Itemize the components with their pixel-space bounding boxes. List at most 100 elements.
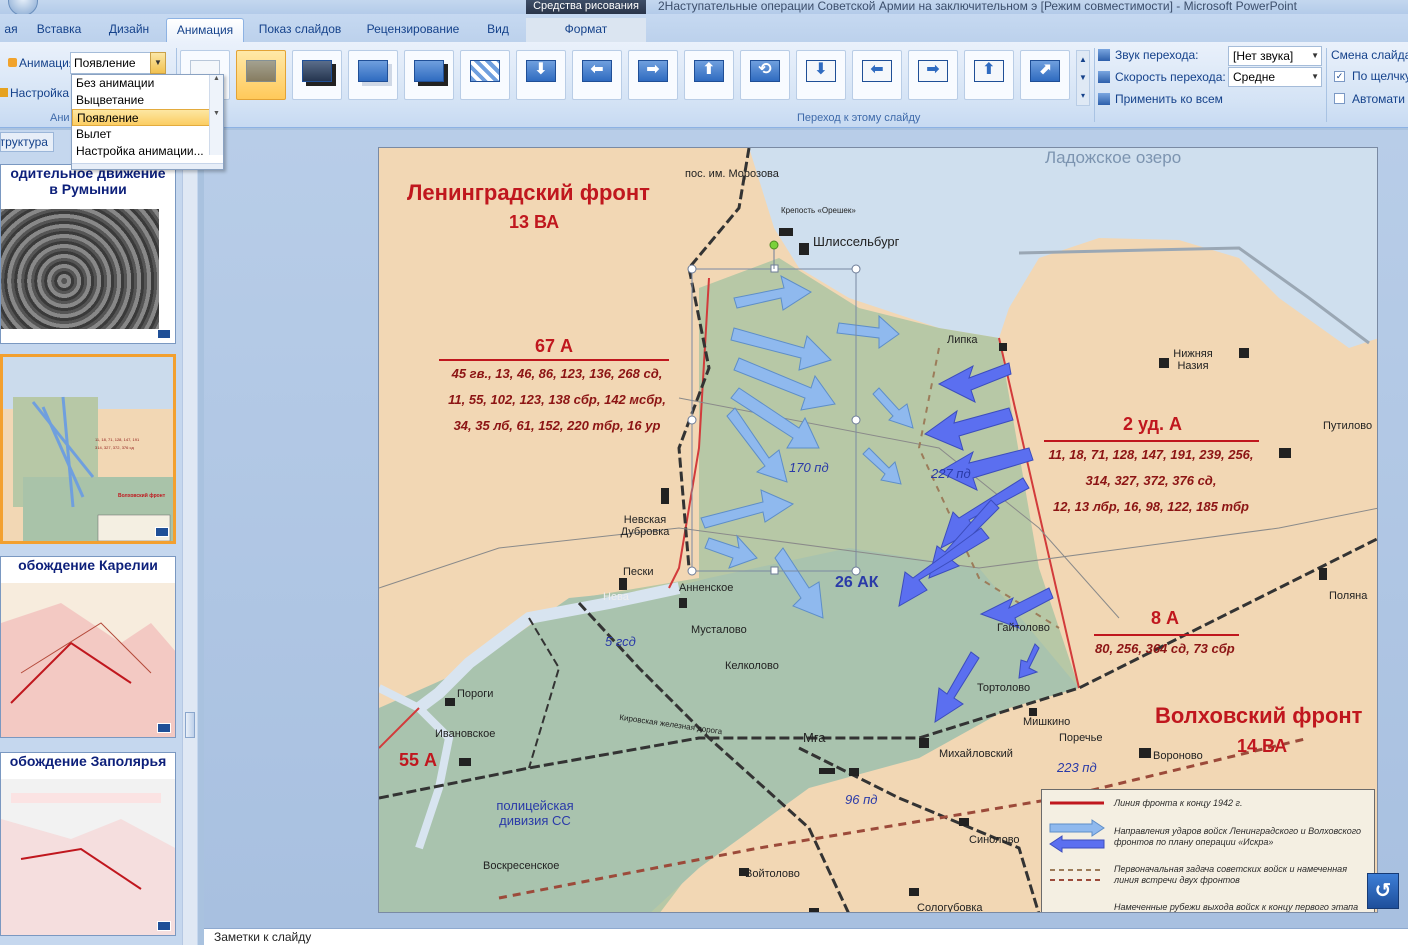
transition-wipe-down[interactable]: ⬇ [516,50,566,100]
place-label: Михайловский [939,748,1013,760]
chevron-down-icon: ▼ [1311,72,1319,81]
transition-sound-select[interactable]: [Нет звука] ▼ [1228,46,1322,66]
gallery-scrollbar[interactable]: ▲ ▼ ▾ [1076,50,1090,106]
tab-insert[interactable]: Вставка [28,18,90,42]
transition-cut-black[interactable] [404,50,454,100]
tab-home[interactable]: ая [0,18,22,42]
unit-label: 96 пд [845,792,878,807]
place-label: Крепость «Орешек» [781,206,856,215]
arrow-down-icon: ⬇ [814,61,828,78]
svg-text:11, 18, 71, 128, 147, 191: 11, 18, 71, 128, 147, 191 [95,437,140,442]
resize-grip[interactable] [72,163,223,169]
transition-cover-left[interactable]: ⬅ [852,50,902,100]
on-click-checkbox[interactable]: ✓ [1334,71,1345,82]
army2ud-title: 2 уд. А [1123,414,1183,434]
transition-speed-label: Скорость перехода: [1098,70,1226,84]
unit-label: 170 пд [789,460,829,475]
slide-badge [157,329,171,339]
dropdown-scrollbar[interactable]: ▲ ▼ [209,75,223,155]
tab-review[interactable]: Рецензирование [358,18,468,42]
slides-pane-scrollbar[interactable] [182,152,197,945]
slide-title: обождение Заполярья [9,753,167,769]
place-label: Путилово [1323,420,1373,432]
window-title: 2Наступательные операции Советской Армии… [658,0,1297,13]
unit-label: 227 пд [931,466,971,481]
svg-text:314, 327, 372, 376 сд: 314, 327, 372, 376 сд [95,445,134,450]
slide-thumbnail-current[interactable]: 11, 18, 71, 128, 147, 191 314, 327, 372,… [0,354,176,544]
transition-cover-diagonal[interactable]: ⬈ [1020,50,1070,100]
army55-label: 55 А [399,750,438,770]
action-return-icon[interactable]: ↺ [1367,873,1399,909]
chevron-down-icon: ▼ [1311,51,1319,60]
tab-outline[interactable]: Структура [0,132,54,152]
slide-thumbnail[interactable]: обождение Заполярья [0,752,176,936]
army67-units: 45 гв., 13, 46, 86, 123, 136, 268 сд, 11,… [448,366,666,433]
animation-dropdown-list: Без анимации Выцветание Появление Вылет … [71,74,224,170]
svg-text:Волховский фронт: Волховский фронт [118,492,166,499]
transition-cover-right[interactable]: ➡ [908,50,958,100]
animation-option-fade[interactable]: Выцветание [72,92,223,109]
place-label: Нижняя Назия [1173,348,1213,372]
volkhov-front-title: Волховский фронт [1155,703,1363,728]
place-label: Поляна [1329,590,1368,602]
custom-animation-button[interactable]: Настройка а [0,86,79,100]
transition-wipe-right[interactable]: ➡ [628,50,678,100]
tab-slideshow[interactable]: Показ слайдов [250,18,350,42]
arrow-up-icon: ⬆ [702,61,716,78]
animation-option-none[interactable]: Без анимации [72,75,223,92]
tab-format[interactable]: Формат [526,18,646,42]
place-label: Шлиссельбург [813,234,900,249]
lake-label: Ладожское озеро [1045,148,1182,167]
animation-option-custom[interactable]: Настройка анимации... [72,143,223,160]
transition-fade-smooth[interactable] [236,50,286,100]
slide-thumbnail[interactable]: одительное движение в Румынии [0,164,176,344]
tab-design[interactable]: Дизайн [98,18,160,42]
transition-speed-select[interactable]: Средне ▼ [1228,67,1322,87]
place-label: Пороги [457,688,494,700]
slide-map-preview [1,583,175,737]
custom-animation-icon [0,88,8,97]
transition-fade-black[interactable] [292,50,342,100]
title-bar: Средства рисования 2Наступательные опера… [0,0,1408,16]
slide-badge [155,527,169,537]
notes-pane[interactable]: Заметки к слайду [204,928,1408,945]
place-label: Гайтолово [997,622,1050,634]
place-label: полицейская дивизия СС [496,798,574,828]
drawing-tools-label: Средства рисования [526,0,646,14]
place-label: Мга [803,730,826,745]
scrollbar-thumb[interactable] [185,712,195,738]
animation-group-caption: Ани [50,112,70,124]
speed-icon [1098,71,1110,83]
transition-wipe-up[interactable]: ⬆ [684,50,734,100]
slide-canvas[interactable]: Ладожское озеро Ленинградский фронт 13 В… [378,147,1378,913]
army8-units: 80, 256, 364 сд, 73 сбр [1095,641,1235,656]
transition-cut[interactable] [348,50,398,100]
place-label: Войтолово [745,868,800,880]
animation-option-fly-in[interactable]: Вылет [72,126,223,143]
animation-option-appear[interactable]: Появление [72,109,223,126]
group-divider [1094,48,1095,122]
chevron-down-icon[interactable]: ▼ [150,52,166,74]
animation-select[interactable]: Появление ▼ [70,52,166,74]
transition-wheel[interactable]: ⟲ [740,50,790,100]
transition-dissolve[interactable] [460,50,510,100]
place-label: Ивановское [435,728,496,740]
transition-wipe-left[interactable]: ⬅ [572,50,622,100]
slide-thumbnail[interactable]: обождение Карелии [0,556,176,738]
tab-animation[interactable]: Анимация [166,18,244,42]
tab-view[interactable]: Вид [478,18,518,42]
slides-pane: Структура × одительное движение в Румыни… [0,130,198,945]
sound-icon [1098,49,1110,61]
transition-cover-down[interactable]: ⬇ [796,50,846,100]
place-label: Тортолово [977,682,1031,694]
river-label: Нева [603,591,629,603]
va14-label: 14 ВА [1237,736,1288,756]
apply-to-all-button[interactable]: Применить ко всем [1098,92,1223,106]
legend-item: Направления ударов войск Ленинградского … [1114,826,1362,847]
transition-cover-up[interactable]: ⬆ [964,50,1014,100]
place-label: Воскресенское [483,860,560,872]
leningrad-front-title: Ленинградский фронт [407,180,650,205]
apply-all-icon [1098,93,1110,105]
unit-label: 223 пд [1057,760,1097,775]
auto-advance-checkbox[interactable] [1334,93,1345,104]
